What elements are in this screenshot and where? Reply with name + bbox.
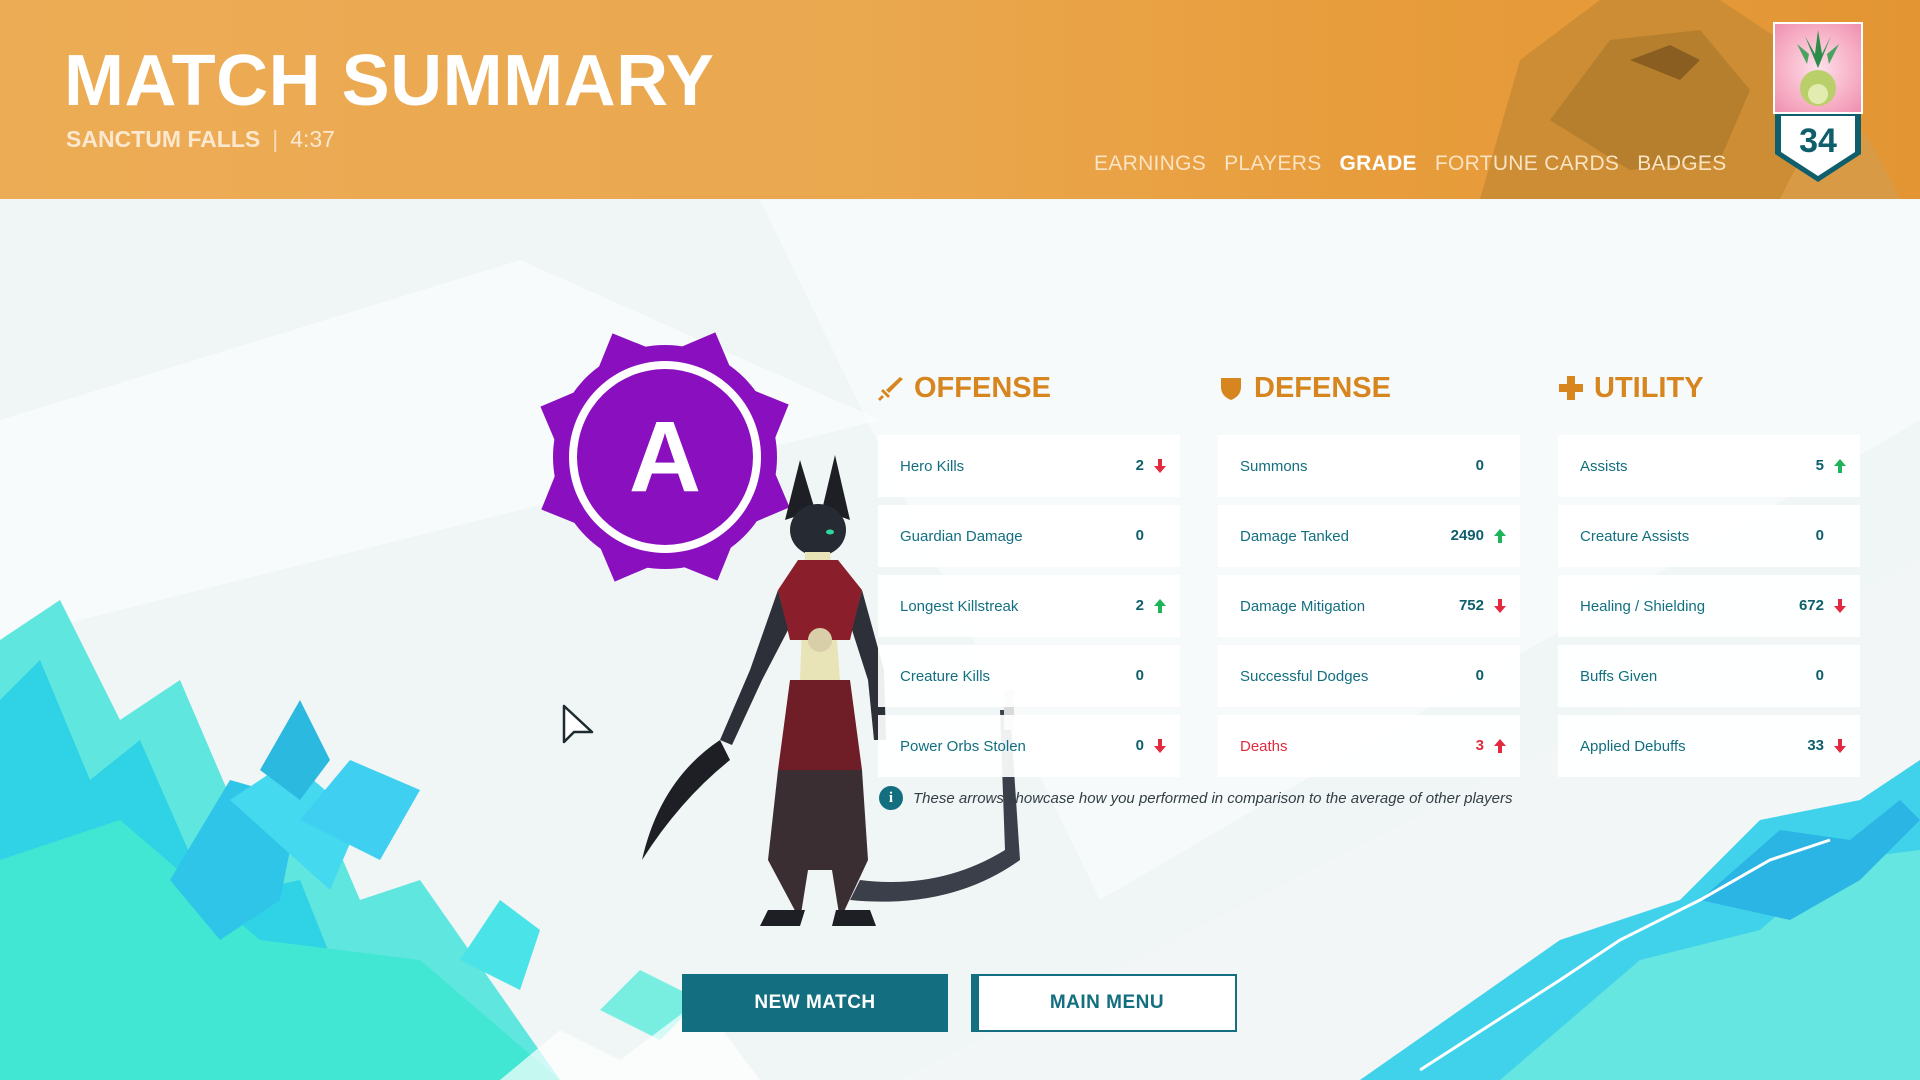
sword-icon	[878, 377, 903, 401]
stat-value: 2	[1135, 597, 1144, 614]
summary-tabs: EARNINGS PLAYERS GRADE FORTUNE CARDS BAD…	[1094, 152, 1727, 176]
offense-stats: Hero Kills 2 Guardian Damage 0 Longest K…	[878, 435, 1180, 777]
info-icon[interactable]: i	[879, 786, 903, 810]
stat-row: Creature Assists 0	[1558, 505, 1860, 567]
tab-fortune-cards[interactable]: FORTUNE CARDS	[1435, 152, 1619, 176]
stat-value: 0	[1135, 527, 1144, 544]
offense-header: OFFENSE	[878, 368, 1180, 408]
stat-value: 0	[1475, 457, 1484, 474]
stat-value: 0	[1815, 527, 1824, 544]
player-level: 34	[1799, 122, 1837, 160]
stat-row: Healing / Shielding 672	[1558, 575, 1860, 637]
stat-row: Power Orbs Stolen 0	[878, 715, 1180, 777]
stat-row: Assists 5	[1558, 435, 1860, 497]
header-bar: MATCH SUMMARY SANCTUM FALLS | 4:37 EARNING…	[0, 0, 1920, 199]
stat-row: Summons 0	[1218, 435, 1520, 497]
arrow-up-icon	[1494, 529, 1506, 543]
utility-header: UTILITY	[1558, 368, 1860, 408]
stat-value: 2	[1135, 457, 1144, 474]
utility-stats: Assists 5 Creature Assists 0 Healing / S…	[1558, 435, 1860, 777]
arrow-down-icon	[1154, 459, 1166, 473]
map-name: SANCTUM FALLS	[66, 126, 261, 152]
arrow-down-icon	[1494, 599, 1506, 613]
avatar-creature-icon	[1797, 30, 1839, 106]
match-duration: 4:37	[290, 126, 335, 152]
stat-value: 672	[1798, 597, 1824, 614]
player-avatar	[1773, 22, 1863, 114]
stat-value: 3	[1475, 737, 1484, 754]
stat-row: Longest Killstreak 2	[878, 575, 1180, 637]
stat-row: Applied Debuffs 33	[1558, 715, 1860, 777]
arrow-up-icon	[1834, 459, 1846, 473]
defense-stats: Summons 0 Damage Tanked 2490 Damage Miti…	[1218, 435, 1520, 777]
utility-title: UTILITY	[1594, 371, 1704, 404]
stat-value: 0	[1135, 737, 1144, 754]
arrow-up-icon	[1494, 739, 1506, 753]
info-separator: |	[272, 126, 279, 152]
stat-row: Guardian Damage 0	[878, 505, 1180, 567]
defense-title: DEFENSE	[1254, 371, 1391, 404]
arrows-info-note: i These arrows showcase how you performe…	[879, 786, 1512, 810]
match-summary-screen: MATCH SUMMARY SANCTUM FALLS | 4:37 EARNING…	[0, 0, 1920, 1080]
offense-title: OFFENSE	[914, 371, 1051, 404]
match-info: SANCTUM FALLS | 4:37	[66, 126, 335, 153]
arrow-down-icon	[1154, 739, 1166, 753]
stat-value: 5	[1815, 457, 1824, 474]
offense-column: OFFENSE Hero Kills 2 Guardian Damage 0 L…	[878, 368, 1180, 785]
stat-value: 0	[1135, 667, 1144, 684]
stat-value: 2490	[1450, 527, 1484, 544]
stat-value: 33	[1807, 737, 1824, 754]
stat-row: Deaths 3	[1218, 715, 1520, 777]
defense-header: DEFENSE	[1218, 368, 1520, 408]
tab-earnings[interactable]: EARNINGS	[1094, 152, 1206, 176]
arrow-up-icon	[1154, 599, 1166, 613]
defense-column: DEFENSE Summons 0 Damage Tanked 2490 Dam…	[1218, 368, 1520, 785]
tab-grade[interactable]: GRADE	[1340, 152, 1417, 176]
page-title: MATCH SUMMARY	[64, 41, 715, 121]
stat-value: 0	[1815, 667, 1824, 684]
stat-value: 752	[1458, 597, 1484, 614]
arrow-down-icon	[1834, 739, 1846, 753]
info-text: These arrows showcase how you performed …	[913, 789, 1513, 807]
main-menu-button[interactable]: MAIN MENU	[971, 974, 1237, 1032]
stat-value: 0	[1475, 667, 1484, 684]
new-match-button[interactable]: NEW MATCH	[682, 974, 948, 1032]
tab-players[interactable]: PLAYERS	[1224, 152, 1321, 176]
stat-row: Creature Kills 0	[878, 645, 1180, 707]
stat-row: Hero Kills 2	[878, 435, 1180, 497]
shield-icon	[1221, 378, 1241, 400]
tab-badges[interactable]: BADGES	[1637, 152, 1726, 176]
utility-column: UTILITY Assists 5 Creature Assists 0 Hea…	[1558, 368, 1860, 785]
stat-row: Buffs Given 0	[1558, 645, 1860, 707]
stat-row: Damage Tanked 2490	[1218, 505, 1520, 567]
plus-icon	[1559, 376, 1583, 400]
mouse-cursor-icon	[562, 704, 594, 744]
stat-row: Damage Mitigation 752	[1218, 575, 1520, 637]
player-level-badge[interactable]: 34	[1773, 22, 1863, 182]
arrow-down-icon	[1834, 599, 1846, 613]
stat-row: Successful Dodges 0	[1218, 645, 1520, 707]
